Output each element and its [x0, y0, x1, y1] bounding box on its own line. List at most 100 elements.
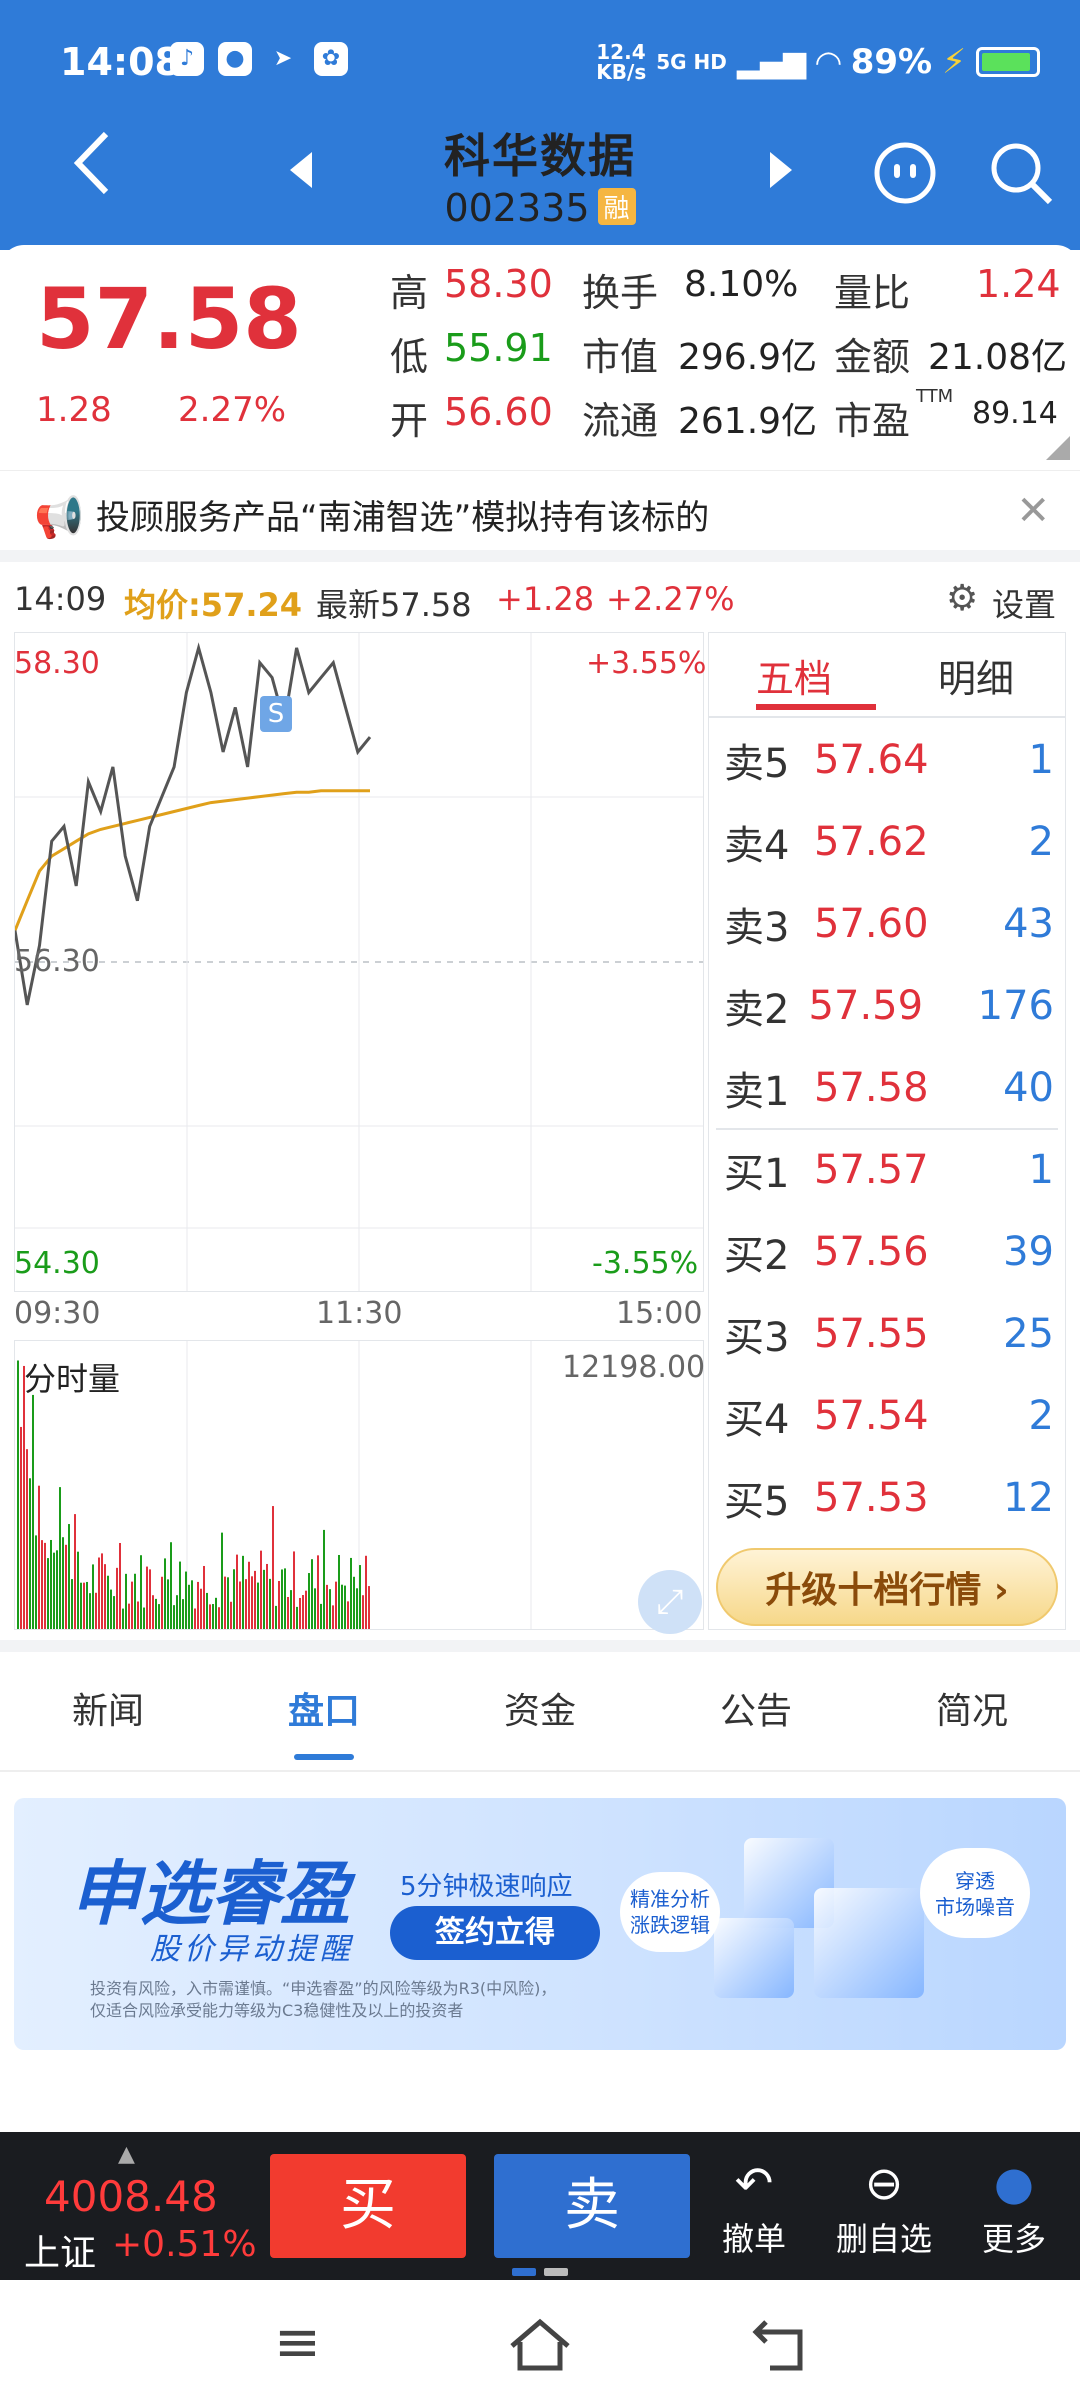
robot-icon[interactable]: [872, 140, 938, 210]
ask-label: 卖1: [724, 1069, 790, 1115]
bid-row-3[interactable]: 买3 57.55 25: [724, 1294, 1054, 1374]
pe-sup: TTM: [916, 386, 954, 407]
bid-row-2[interactable]: 买2 57.56 39: [724, 1212, 1054, 1292]
volume-bar: [167, 1579, 169, 1629]
volume-bar: [224, 1576, 226, 1629]
volume-bar: [152, 1595, 154, 1629]
tab-funds[interactable]: 资金: [432, 1652, 648, 1770]
ask-label: 卖2: [724, 987, 790, 1033]
volume-bar: [56, 1550, 58, 1629]
index-change[interactable]: +0.51%: [112, 2224, 257, 2265]
send-icon: ➤: [273, 46, 293, 71]
fullscreen-icon[interactable]: ⤢: [638, 1570, 702, 1634]
bid-row-1[interactable]: 买1 57.57 1: [724, 1130, 1054, 1210]
ask-row-5[interactable]: 卖5 57.64 1: [724, 720, 1054, 800]
ask-qty: 2: [1028, 819, 1054, 865]
volume-bar: [77, 1551, 79, 1629]
bid-label: 买5: [724, 1479, 790, 1525]
remove-watchlist-button[interactable]: ⊖ 删自选: [824, 2152, 944, 2260]
volume-bar: [137, 1601, 139, 1629]
volume-bar: [368, 1586, 370, 1629]
bid-label: 买3: [724, 1315, 790, 1361]
bid-row-4[interactable]: 买4 57.54 2: [724, 1376, 1054, 1456]
home-icon[interactable]: [508, 2318, 572, 2378]
bid-row-5[interactable]: 买5 57.53 12: [724, 1458, 1054, 1538]
bid-label: 买2: [724, 1233, 790, 1279]
bid-price: 57.54: [814, 1393, 929, 1439]
volume-bar: [299, 1597, 301, 1629]
amount-value: 21.08亿: [928, 337, 1068, 378]
bid-qty: 12: [1003, 1475, 1054, 1521]
bubble-text: 涨跌逻辑: [630, 1913, 710, 1937]
network-label: 5G HD: [656, 50, 727, 74]
tab-detail[interactable]: 明细: [938, 648, 1014, 703]
volume-bar: [62, 1537, 64, 1629]
volume-bar: [119, 1542, 121, 1629]
volume-bar: [245, 1579, 247, 1629]
tab-announcements[interactable]: 公告: [648, 1652, 864, 1770]
price-change-pct: 2.27%: [178, 390, 287, 430]
tab-profile[interactable]: 简况: [864, 1652, 1080, 1770]
baidu-icon: ✿: [314, 42, 348, 76]
volume-bar: [293, 1551, 295, 1629]
cancel-order-button[interactable]: ↶ 撤单: [694, 2152, 814, 2260]
price-change: 1.28: [36, 390, 112, 430]
volume-bar: [50, 1539, 52, 1629]
volume-bar: [278, 1580, 280, 1629]
volume-bar: [155, 1598, 157, 1629]
volume-bar: [68, 1524, 70, 1629]
volume-bar: [53, 1552, 55, 1629]
tab-news[interactable]: 新闻: [0, 1652, 216, 1770]
volume-bar: [305, 1590, 307, 1629]
volume-bar: [350, 1557, 352, 1629]
volume-bar: [107, 1575, 109, 1629]
info-tabs: 新闻 盘口 资金 公告 简况: [0, 1652, 1080, 1772]
intraday-time: 14:09: [14, 580, 107, 618]
expand-corner-icon[interactable]: [1046, 436, 1070, 464]
index-value[interactable]: 4008.48: [44, 2172, 218, 2221]
more-button[interactable]: ● 更多: [954, 2152, 1074, 2260]
speaker-icon: 📢: [34, 495, 84, 541]
bubble-text: 穿透: [955, 1869, 995, 1893]
volume-bar: [65, 1544, 67, 1629]
volume-bar: [323, 1529, 325, 1629]
index-name[interactable]: 上证: [24, 2224, 96, 2276]
ask-row-1[interactable]: 卖1 57.58 40: [724, 1048, 1054, 1128]
gear-icon[interactable]: ⚙: [946, 578, 978, 619]
signal-icon: ▂▄▆: [736, 44, 807, 80]
volume-bar: [326, 1584, 328, 1629]
status-right: 12.4 KB/s 5G HD ▂▄▆ ◠ 89% ⚡: [596, 42, 1040, 82]
volume-bar: [353, 1576, 355, 1629]
lower-price-label: 54.30: [14, 1246, 100, 1281]
tab-five-levels[interactable]: 五档: [756, 648, 832, 703]
trade-marker[interactable]: S: [260, 696, 292, 732]
menu-icon[interactable]: ≡: [274, 2310, 321, 2375]
cancel-order-label: 撤单: [721, 2220, 786, 2258]
volume-bar: [17, 1360, 19, 1629]
tab-orderbook[interactable]: 盘口: [216, 1652, 432, 1770]
notice-text[interactable]: 投顾服务产品“南浦智选”模拟持有该标的: [96, 490, 709, 539]
buy-button[interactable]: 买: [270, 2154, 466, 2258]
close-icon[interactable]: ✕: [1016, 488, 1050, 534]
expand-up-icon[interactable]: ▲: [118, 2142, 135, 2167]
banner-signup-button[interactable]: 签约立得: [390, 1906, 600, 1960]
battery-icon: [976, 47, 1040, 77]
ask-row-4[interactable]: 卖4 57.62 2: [724, 802, 1054, 882]
banner-disclaimer: 投资有风险，入市需谨慎。“申选睿盈”的风险等级为R3(中风险)， 仅适合风险承受…: [90, 1978, 556, 2022]
settings-label[interactable]: 设置: [992, 580, 1056, 626]
ask-label: 卖5: [724, 741, 790, 787]
cube-decoration: [814, 1888, 924, 1998]
sell-button[interactable]: 卖: [494, 2154, 690, 2258]
high-label: 高: [390, 271, 429, 315]
volume-bar: [98, 1557, 100, 1629]
volume-bar: [179, 1561, 181, 1629]
ask-row-2[interactable]: 卖2 57.59 176: [724, 966, 1054, 1046]
volume-bar: [287, 1596, 289, 1629]
search-icon[interactable]: [988, 140, 1054, 210]
volume-bar: [335, 1581, 337, 1629]
volume-bar: [59, 1487, 61, 1629]
upgrade-level10-button[interactable]: 升级十档行情 ›: [716, 1548, 1058, 1626]
back-icon[interactable]: [752, 2318, 808, 2378]
ask-row-3[interactable]: 卖3 57.60 43: [724, 884, 1054, 964]
intraday-chart[interactable]: [14, 632, 704, 1292]
